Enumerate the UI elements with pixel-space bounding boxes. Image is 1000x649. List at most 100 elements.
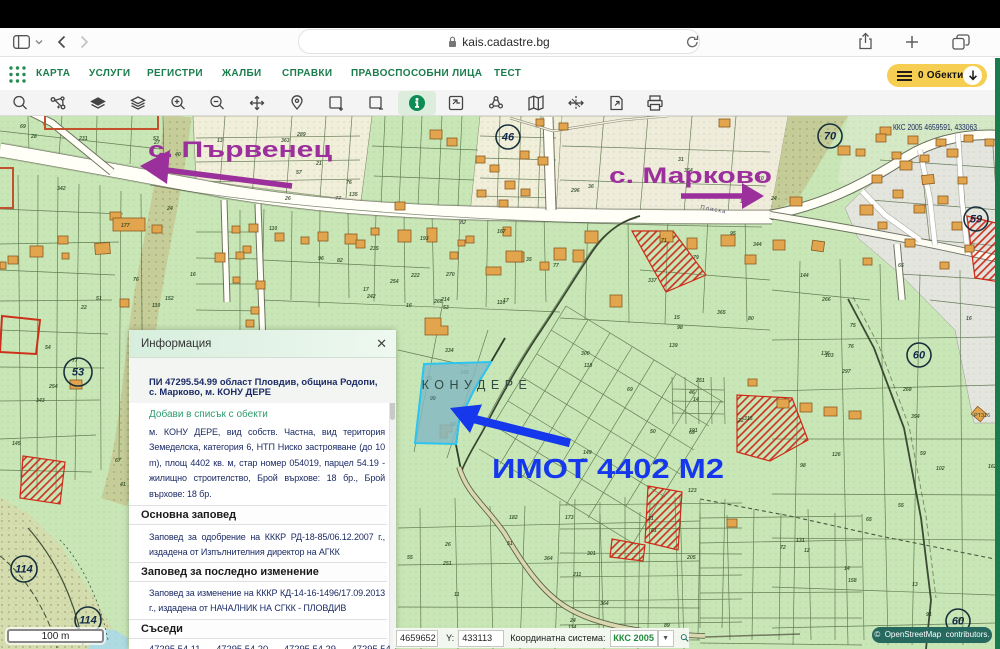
svg-text:231: 231 xyxy=(78,136,88,142)
svg-text:242: 242 xyxy=(366,294,376,300)
svg-text:344: 344 xyxy=(753,242,762,248)
svg-text:301: 301 xyxy=(587,551,596,557)
svg-text:167: 167 xyxy=(497,229,507,235)
svg-text:211: 211 xyxy=(572,572,581,578)
svg-text:69: 69 xyxy=(20,124,26,130)
svg-text:24: 24 xyxy=(166,206,173,212)
svg-text:235: 235 xyxy=(369,246,379,252)
svg-text:72: 72 xyxy=(780,545,786,551)
svg-text:334: 334 xyxy=(445,348,454,354)
svg-text:82: 82 xyxy=(337,258,343,264)
svg-text:15: 15 xyxy=(674,315,680,321)
svg-text:59: 59 xyxy=(970,214,983,226)
svg-text:54: 54 xyxy=(45,345,51,351)
svg-text:31: 31 xyxy=(648,516,654,522)
svg-text:158: 158 xyxy=(848,578,857,584)
svg-text:11: 11 xyxy=(454,592,459,598)
svg-text:14: 14 xyxy=(693,397,699,403)
svg-text:46: 46 xyxy=(501,132,515,144)
svg-text:145: 145 xyxy=(12,441,21,447)
svg-text:270: 270 xyxy=(445,272,455,278)
svg-text:254: 254 xyxy=(48,384,58,390)
svg-text:98: 98 xyxy=(677,325,683,331)
svg-text:343: 343 xyxy=(36,398,45,404)
svg-text:297: 297 xyxy=(841,369,852,375)
svg-text:251: 251 xyxy=(695,378,705,384)
svg-text:98: 98 xyxy=(800,463,806,469)
svg-text:182: 182 xyxy=(509,515,518,521)
svg-text:173: 173 xyxy=(565,515,574,521)
svg-text:139: 139 xyxy=(669,343,678,349)
svg-text:69: 69 xyxy=(627,387,633,393)
svg-text:24: 24 xyxy=(770,196,777,202)
svg-text:77: 77 xyxy=(335,196,342,202)
svg-text:79: 79 xyxy=(693,255,699,261)
svg-text:296: 296 xyxy=(570,188,580,194)
svg-text:80: 80 xyxy=(748,316,754,322)
svg-text:123: 123 xyxy=(688,488,697,494)
svg-text:95: 95 xyxy=(730,231,736,237)
svg-text:144: 144 xyxy=(800,273,809,279)
svg-text:131: 131 xyxy=(796,538,805,544)
svg-text:191: 191 xyxy=(689,428,698,434)
svg-text:13: 13 xyxy=(912,582,918,588)
svg-text:126: 126 xyxy=(832,452,841,458)
svg-text:99: 99 xyxy=(430,396,436,402)
svg-text:152: 152 xyxy=(165,296,174,302)
svg-text:КОНУДЕРЕ: КОНУДЕРЕ xyxy=(422,378,533,392)
svg-text:76: 76 xyxy=(133,277,139,283)
svg-text:53: 53 xyxy=(443,305,449,311)
svg-text:193: 193 xyxy=(420,236,429,242)
svg-text:205: 205 xyxy=(686,555,696,561)
svg-text:254: 254 xyxy=(389,279,399,285)
svg-text:65: 65 xyxy=(866,517,872,523)
svg-text:16: 16 xyxy=(190,272,196,278)
svg-text:118: 118 xyxy=(584,363,592,369)
svg-text:46: 46 xyxy=(688,390,695,396)
svg-text:28: 28 xyxy=(30,134,37,140)
svg-text:114: 114 xyxy=(15,564,33,576)
svg-text:75: 75 xyxy=(850,323,856,329)
svg-text:364: 364 xyxy=(600,601,609,607)
svg-text:110: 110 xyxy=(152,303,160,309)
svg-text:265: 265 xyxy=(433,299,443,305)
svg-text:365: 365 xyxy=(717,310,726,316)
svg-text:22: 22 xyxy=(80,305,87,311)
svg-text:с. Марково: с. Марково xyxy=(609,163,772,188)
svg-text:ККС 2005 4659591, 433063: ККС 2005 4659591, 433063 xyxy=(893,122,977,132)
svg-text:16: 16 xyxy=(966,316,972,322)
svg-text:14: 14 xyxy=(844,566,850,572)
svg-text:ИМОТ 4402 М2: ИМОТ 4402 М2 xyxy=(492,453,724,484)
svg-text:70: 70 xyxy=(824,131,837,143)
svg-text:177: 177 xyxy=(121,223,131,229)
svg-text:26: 26 xyxy=(444,542,451,548)
svg-text:41: 41 xyxy=(119,482,126,488)
svg-text:300: 300 xyxy=(581,351,590,357)
svg-text:60: 60 xyxy=(913,350,926,362)
svg-text:51: 51 xyxy=(96,296,102,302)
svg-text:50: 50 xyxy=(650,429,656,435)
svg-text:82: 82 xyxy=(460,220,466,226)
svg-text:268: 268 xyxy=(902,387,912,393)
svg-text:222: 222 xyxy=(410,273,420,279)
svg-text:с. Първенец: с. Първенец xyxy=(148,137,333,162)
svg-text:16: 16 xyxy=(406,303,412,309)
svg-text:364: 364 xyxy=(544,556,553,562)
svg-text:251: 251 xyxy=(442,561,452,567)
svg-text:110: 110 xyxy=(269,226,277,232)
svg-text:61: 61 xyxy=(651,528,657,534)
svg-text:136: 136 xyxy=(821,351,830,357)
svg-text:59: 59 xyxy=(920,451,926,457)
svg-text:PT316: PT316 xyxy=(974,413,990,419)
svg-text:36: 36 xyxy=(588,184,594,190)
svg-text:35: 35 xyxy=(526,257,532,263)
svg-text:342: 342 xyxy=(57,186,66,192)
svg-text:266: 266 xyxy=(821,297,831,303)
svg-text:81: 81 xyxy=(958,617,964,623)
svg-text:114: 114 xyxy=(79,615,97,627)
svg-text:135: 135 xyxy=(349,192,358,198)
svg-text:354: 354 xyxy=(911,414,920,420)
svg-text:96: 96 xyxy=(318,256,324,262)
svg-text:53: 53 xyxy=(72,367,84,379)
svg-text:26: 26 xyxy=(284,196,291,202)
